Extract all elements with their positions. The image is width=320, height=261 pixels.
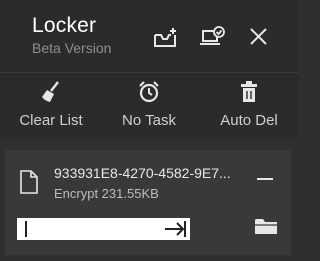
- clear-list-button[interactable]: Clear List: [14, 79, 88, 135]
- close-button[interactable]: [244, 22, 274, 52]
- clear-list-label: Clear List: [19, 112, 83, 129]
- computer-check-icon: [200, 26, 225, 45]
- open-folder-button[interactable]: [253, 214, 279, 238]
- toolbar: Clear List No Task Auto Del: [0, 72, 299, 139]
- broom-icon: [42, 81, 59, 102]
- remove-task-button[interactable]: [255, 171, 275, 185]
- task-item: 933931E8-4270-4582-9E7... Encrypt 231.55…: [5, 150, 291, 255]
- task-status: Encrypt 231.55KB: [54, 186, 159, 201]
- auto-delete-button[interactable]: Auto Del: [212, 79, 286, 135]
- no-task-label: No Task: [122, 112, 176, 129]
- app-title: Locker: [32, 14, 97, 37]
- progress-cursor: [25, 221, 27, 237]
- close-icon: [250, 28, 267, 45]
- title-bar: Locker Beta Version: [0, 0, 299, 72]
- alarm-clock-icon: [139, 81, 159, 103]
- app-subtitle: Beta Version: [32, 40, 112, 56]
- computer-check-button[interactable]: [197, 22, 227, 52]
- arrow-right-icon: [165, 221, 186, 237]
- no-task-button[interactable]: No Task: [112, 79, 186, 135]
- minus-icon: [257, 178, 273, 180]
- auto-delete-label: Auto Del: [220, 112, 278, 129]
- document-icon: [19, 170, 39, 199]
- task-file-name: 933931E8-4270-4582-9E7...: [54, 165, 231, 181]
- folder-icon: [255, 219, 277, 234]
- locker-window: Locker Beta Version Clear List No Task A…: [0, 0, 299, 261]
- trash-icon: [241, 81, 257, 102]
- inbox-add-icon: [154, 28, 176, 47]
- progress-bar: [17, 218, 160, 240]
- add-to-inbox-button[interactable]: [150, 22, 180, 52]
- proceed-button[interactable]: [160, 218, 190, 240]
